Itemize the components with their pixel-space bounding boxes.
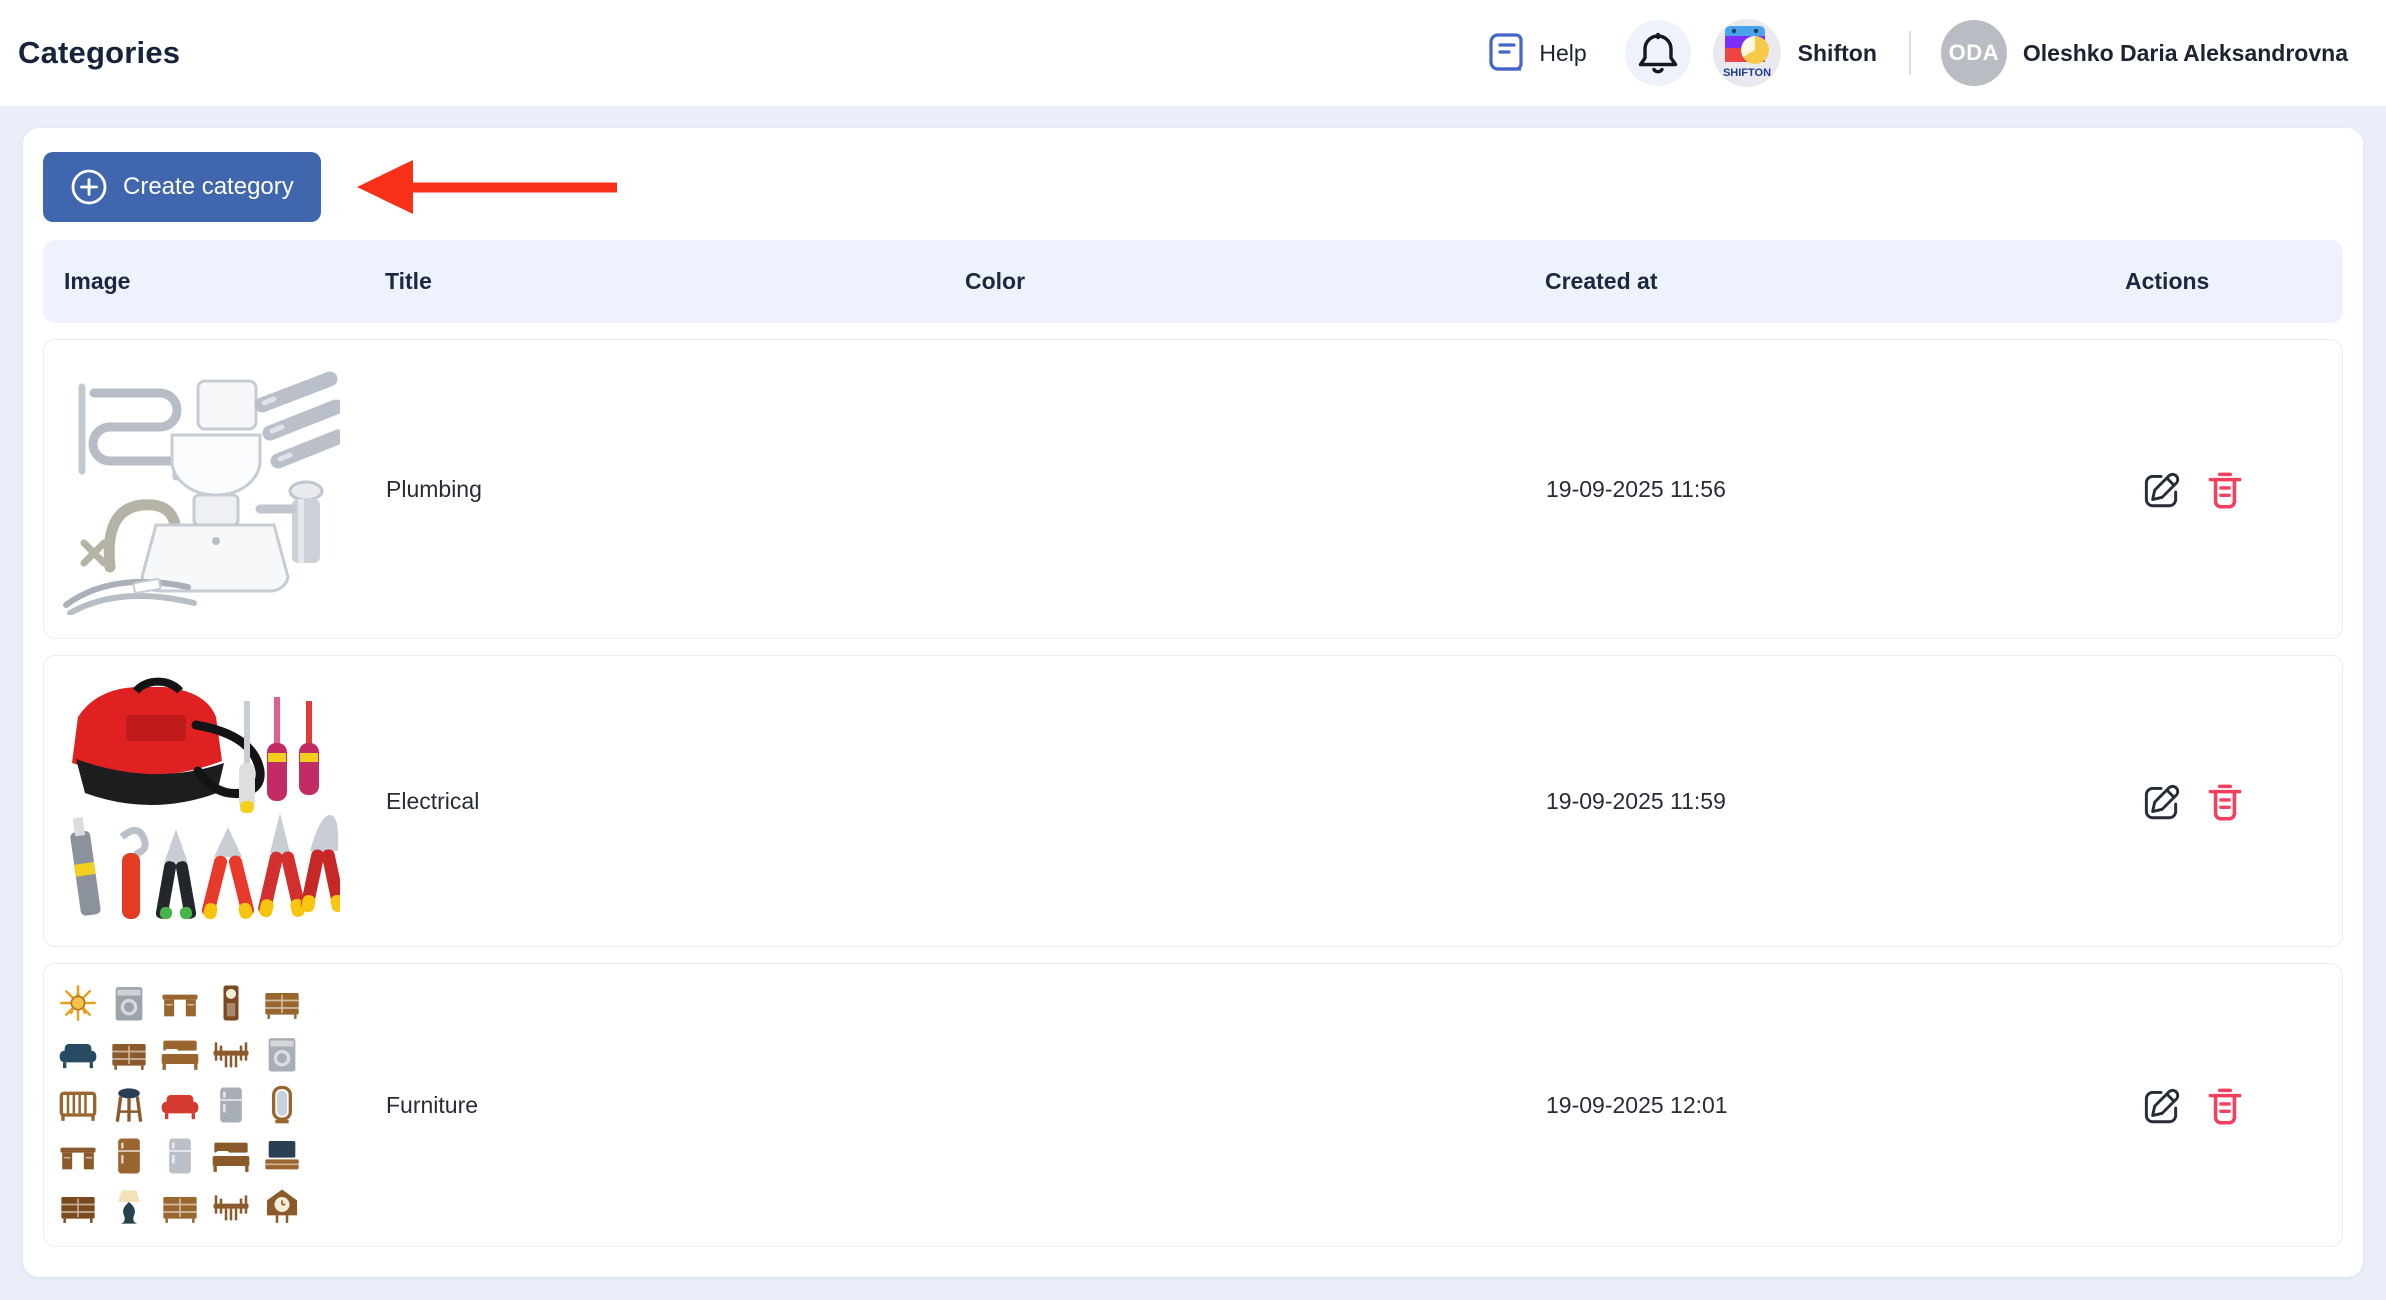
create-category-label: Create category: [123, 173, 294, 201]
category-title: Electrical: [386, 788, 966, 815]
toolbar: Create category: [43, 152, 2343, 222]
help-icon: [1488, 32, 1526, 74]
column-image: Image: [43, 268, 385, 295]
column-created-at: Created at: [1545, 268, 2125, 295]
help-label: Help: [1539, 40, 1586, 67]
plus-circle-icon: [70, 168, 108, 206]
delete-button[interactable]: [2204, 466, 2246, 512]
edit-button[interactable]: [2138, 778, 2184, 824]
user-name: Oleshko Daria Aleksandrovna: [2023, 40, 2348, 67]
category-title: Furniture: [386, 1092, 966, 1119]
user-menu[interactable]: ODA Oleshko Daria Aleksandrovna: [1941, 20, 2348, 86]
table-row: Plumbing 19-09-2025 11:56: [43, 339, 2343, 639]
bell-icon: [1637, 31, 1679, 75]
brand-block[interactable]: SHIFTON Shifton: [1713, 19, 1877, 87]
table-row: Electrical 19-09-2025 11:59: [43, 655, 2343, 947]
delete-button[interactable]: [2204, 1082, 2246, 1128]
brand-logo: SHIFTON: [1713, 19, 1781, 87]
page-title: Categories: [18, 35, 180, 71]
table-header: Image Title Color Created at Actions: [43, 240, 2343, 323]
category-created-at: 19-09-2025 12:01: [1546, 1092, 2126, 1119]
user-avatar: ODA: [1941, 20, 2007, 86]
column-actions: Actions: [2125, 268, 2343, 295]
table-row: Furniture 19-09-2025 12:01: [43, 963, 2343, 1247]
category-image-plumbing: [44, 352, 386, 626]
categories-panel: Create category Image Title Color Create…: [23, 128, 2363, 1277]
divider: [1909, 31, 1911, 75]
brand-name: Shifton: [1798, 40, 1877, 67]
column-title: Title: [385, 268, 965, 295]
top-right-cluster: Help SHIFT: [1488, 19, 2348, 87]
category-image-electrical: [44, 656, 386, 946]
help-button[interactable]: Help: [1488, 32, 1586, 74]
category-title: Plumbing: [386, 476, 966, 503]
edit-button[interactable]: [2138, 466, 2184, 512]
category-created-at: 19-09-2025 11:59: [1546, 788, 2126, 815]
category-image-furniture: [44, 964, 386, 1246]
svg-text:SHIFTON: SHIFTON: [1723, 67, 1771, 79]
notifications-button[interactable]: [1625, 20, 1691, 86]
category-created-at: 19-09-2025 11:56: [1546, 476, 2126, 503]
delete-button[interactable]: [2204, 778, 2246, 824]
edit-button[interactable]: [2138, 1082, 2184, 1128]
column-color: Color: [965, 268, 1545, 295]
annotation-arrow: [353, 155, 623, 219]
top-bar: Categories Help: [0, 0, 2386, 106]
create-category-button[interactable]: Create category: [43, 152, 321, 222]
